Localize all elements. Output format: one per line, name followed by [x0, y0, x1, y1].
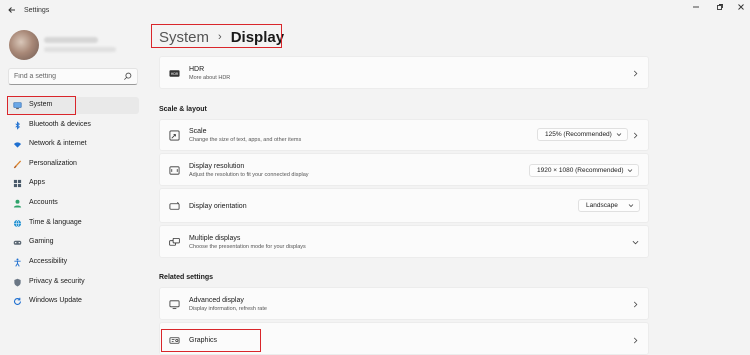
resolution-title: Display resolution — [189, 163, 245, 170]
advanced-display-subtitle: Display information, refresh rate — [189, 306, 267, 312]
svg-text:HDR: HDR — [171, 72, 179, 76]
sidebar-item-label: Personalization — [29, 160, 77, 167]
sidebar-item-label: Bluetooth & devices — [29, 121, 91, 128]
sidebar-item-windows-update[interactable]: Windows Update — [8, 293, 139, 310]
search-input[interactable] — [14, 71, 119, 82]
avatar[interactable] — [9, 30, 39, 60]
apps-icon — [13, 179, 22, 188]
scale-card[interactable]: Scale Change the size of text, apps, and… — [159, 119, 649, 151]
sidebar-item-label: Privacy & security — [29, 278, 85, 285]
accessibility-icon — [14, 258, 21, 267]
hdr-subtitle[interactable]: More about HDR — [189, 75, 230, 81]
scale-icon — [169, 130, 180, 141]
sidebar-item-label: Accounts — [29, 199, 58, 206]
multiple-displays-subtitle: Choose the presentation mode for your di… — [189, 244, 306, 250]
resolution-card: Display resolution Adjust the resolution… — [159, 153, 649, 186]
chevron-right-icon — [633, 132, 638, 139]
resolution-icon — [169, 166, 180, 175]
chevron-down-icon — [616, 133, 622, 137]
hdr-title: HDR — [189, 66, 205, 73]
sidebar-item-apps[interactable]: Apps — [8, 175, 139, 192]
orientation-dropdown-value: Landscape — [586, 202, 618, 209]
orientation-title: Display orientation — [189, 203, 247, 210]
hdr-icon: HDR — [169, 70, 180, 77]
maximize-icon — [717, 4, 723, 10]
shield-icon — [14, 278, 21, 287]
update-icon — [14, 297, 22, 305]
scale-title: Scale — [189, 128, 207, 135]
close-icon — [738, 4, 744, 10]
advanced-display-card[interactable]: Advanced display Display information, re… — [159, 287, 649, 320]
highlight-box-system — [7, 96, 76, 115]
hdr-card[interactable]: HDR HDR More about HDR — [159, 56, 649, 89]
globe-icon — [13, 219, 22, 228]
back-arrow-icon — [8, 7, 15, 13]
section-scale-layout: Scale & layout — [159, 106, 207, 113]
user-email-blurred — [44, 47, 116, 52]
multiple-displays-icon — [169, 237, 180, 246]
sidebar-item-label: Apps — [29, 179, 45, 186]
scale-subtitle: Change the size of text, apps, and other… — [189, 137, 302, 143]
chevron-down-icon — [628, 204, 634, 208]
multiple-displays-title: Multiple displays — [189, 235, 241, 242]
sidebar-item-label: Gaming — [29, 238, 54, 245]
account-icon — [13, 199, 22, 208]
sidebar-item-accounts[interactable]: Accounts — [8, 195, 139, 212]
multiple-displays-card[interactable]: Multiple displays Choose the presentatio… — [159, 225, 649, 258]
scale-dropdown[interactable]: 125% (Recommended) — [537, 128, 628, 141]
chevron-right-icon — [633, 337, 638, 344]
gamepad-icon — [13, 240, 22, 245]
chevron-right-icon — [633, 301, 638, 308]
sidebar-item-label: Windows Update — [29, 297, 82, 304]
sidebar-item-label: Accessibility — [29, 258, 68, 265]
chevron-right-icon — [633, 70, 638, 77]
advanced-display-title: Advanced display — [189, 297, 244, 304]
maximize-button[interactable] — [713, 3, 727, 15]
minimize-icon — [693, 6, 699, 8]
section-related-settings: Related settings — [159, 274, 214, 281]
resolution-subtitle: Adjust the resolution to fit your connec… — [189, 172, 309, 178]
chevron-down-icon — [627, 169, 633, 173]
resolution-dropdown[interactable]: 1920 × 1080 (Recommended) — [529, 164, 639, 177]
highlight-box-graphics — [161, 329, 261, 352]
title-bar: Settings — [0, 0, 750, 22]
close-button[interactable] — [734, 3, 748, 15]
sidebar-item-privacy[interactable]: Privacy & security — [8, 274, 139, 291]
resolution-dropdown-value: 1920 × 1080 (Recommended) — [537, 167, 624, 174]
advanced-display-icon — [169, 300, 180, 310]
orientation-dropdown[interactable]: Landscape — [578, 199, 640, 212]
back-button[interactable] — [6, 5, 18, 17]
chevron-down-icon[interactable] — [632, 239, 639, 246]
bluetooth-icon — [15, 121, 20, 130]
sidebar-item-gaming[interactable]: Gaming — [8, 234, 139, 251]
sidebar-item-bluetooth[interactable]: Bluetooth & devices — [8, 117, 139, 134]
sidebar-item-label: Time & language — [29, 219, 82, 226]
brush-icon — [13, 160, 22, 169]
scale-dropdown-value: 125% (Recommended) — [545, 131, 612, 138]
app-title: Settings — [24, 7, 50, 14]
search-box[interactable] — [8, 68, 138, 85]
sidebar-item-time-language[interactable]: Time & language — [8, 215, 139, 232]
sidebar-item-label: Network & internet — [29, 140, 87, 147]
sidebar-item-accessibility[interactable]: Accessibility — [8, 254, 139, 271]
orientation-card: Display orientation Landscape — [159, 188, 649, 223]
orientation-icon — [169, 202, 180, 210]
sidebar-item-personalization[interactable]: Personalization — [8, 156, 139, 173]
wifi-icon — [13, 142, 22, 148]
minimize-button[interactable] — [689, 3, 703, 15]
search-icon[interactable] — [123, 72, 132, 81]
sidebar-item-network[interactable]: Network & internet — [8, 136, 139, 153]
highlight-box-breadcrumb — [151, 24, 282, 48]
user-name-blurred — [44, 37, 98, 43]
